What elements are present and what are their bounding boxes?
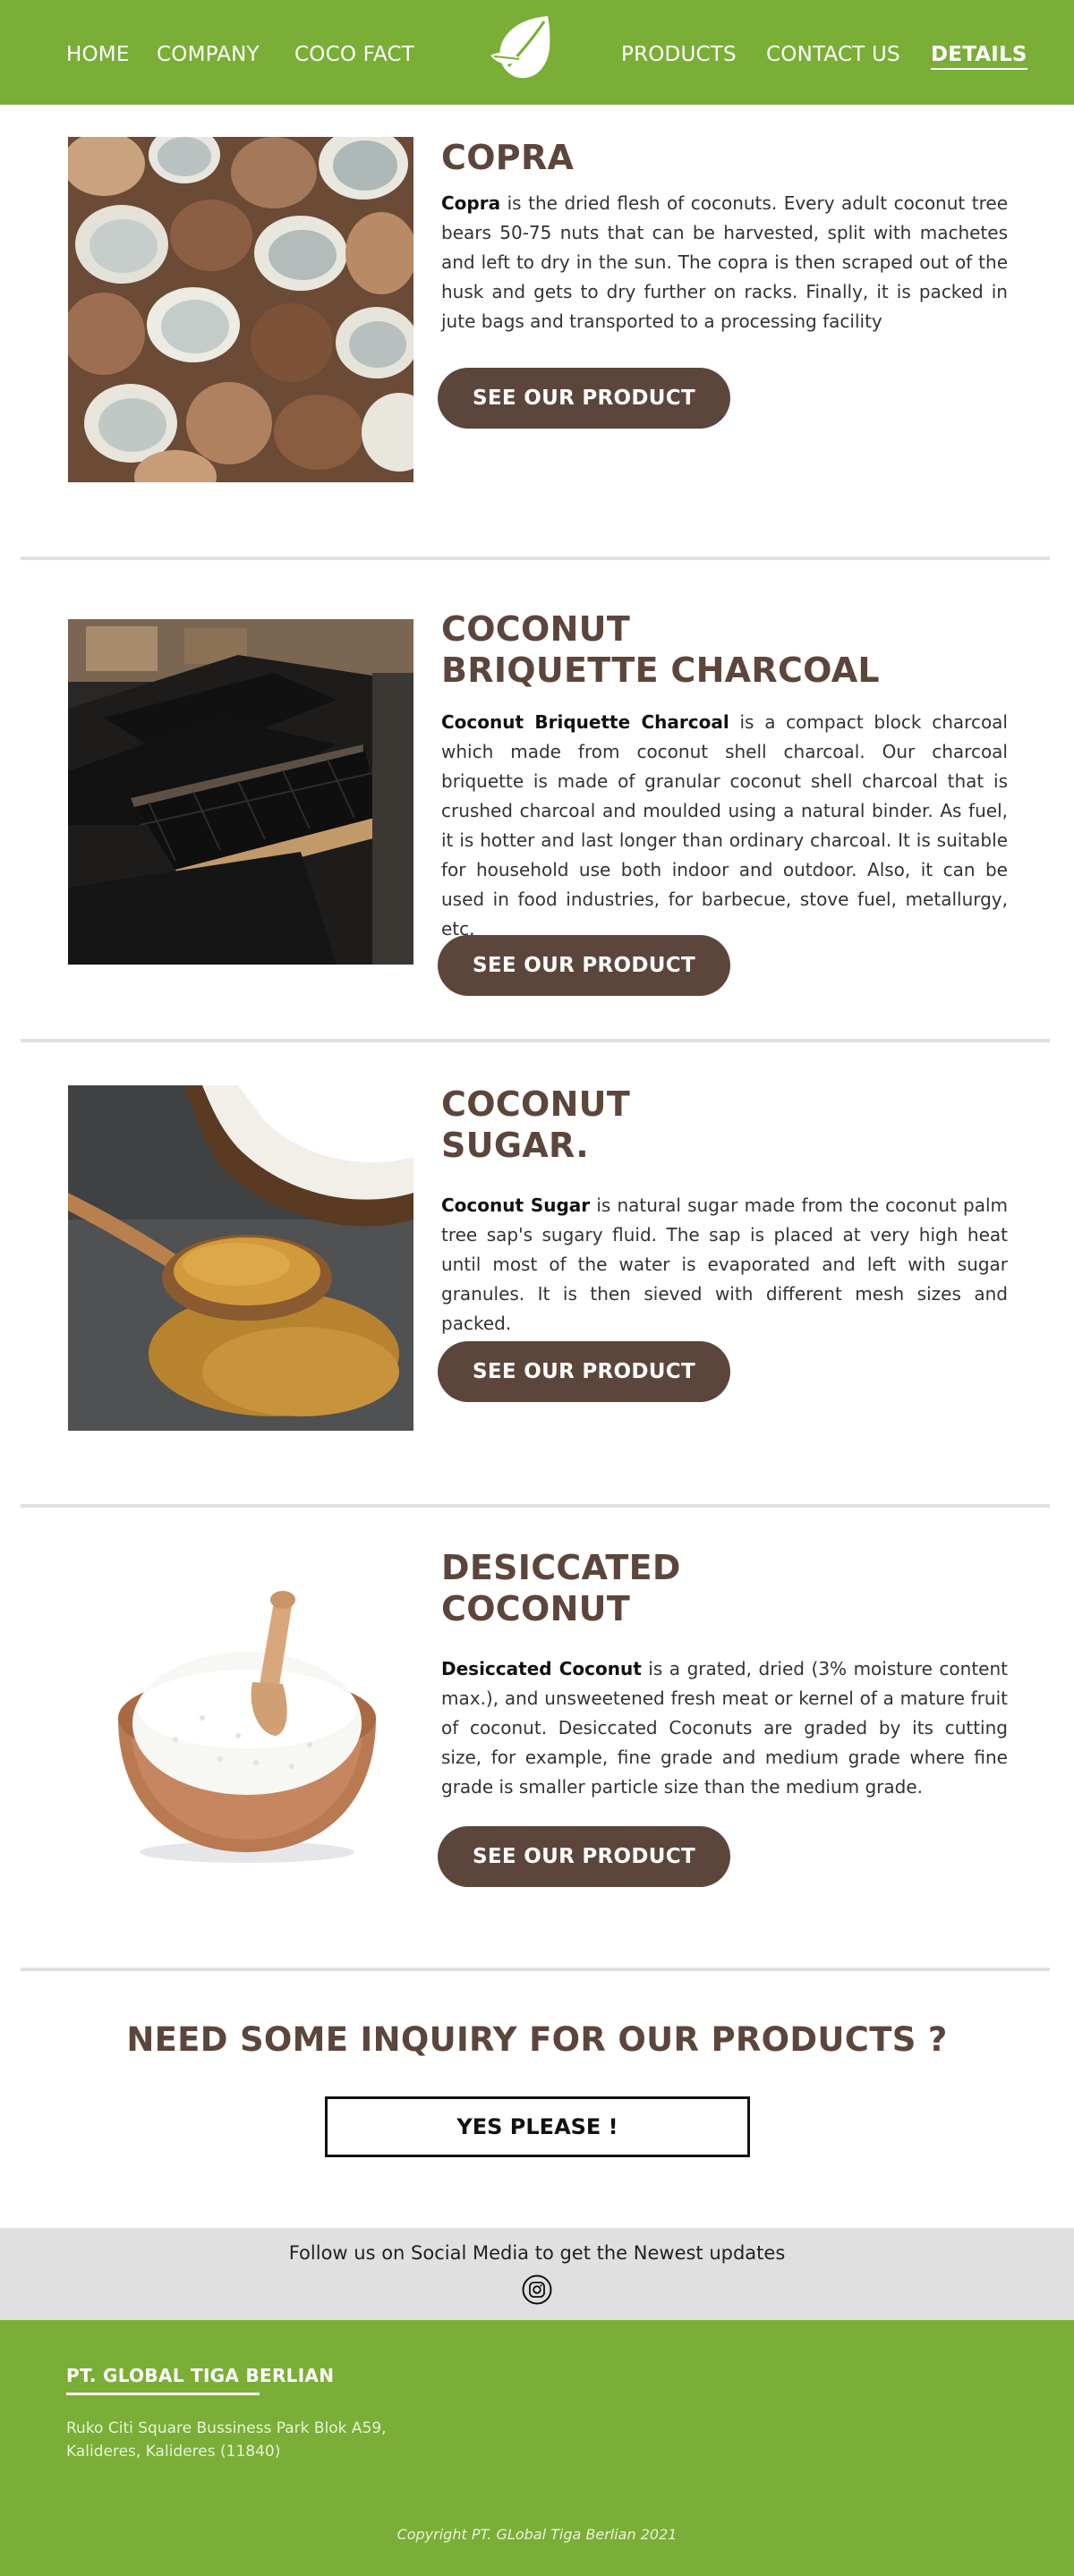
site-footer: PT. GLOBAL TIGA BERLIAN Ruko Citi Square…	[0, 2320, 1074, 2576]
section-divider	[21, 1039, 1050, 1042]
inquiry-heading: NEED SOME INQUIRY FOR OUR PRODUCTS ?	[126, 2020, 948, 2059]
footer-company-underline	[66, 2393, 260, 2395]
nav-coco-fact-link[interactable]: COCO FACT	[294, 43, 414, 66]
sugar-term: Coconut Sugar	[441, 1194, 591, 1216]
footer-address-line-1: Ruko Citi Square Bussiness Park Blok A59…	[66, 2419, 387, 2437]
section-divider	[21, 1968, 1050, 1971]
briquette-see-product-button[interactable]: SEE OUR PRODUCT	[438, 935, 730, 996]
leaf-logo-icon[interactable]	[489, 14, 555, 86]
copra-description: Copra is the dried flesh of coconuts. Ev…	[441, 189, 1008, 336]
nav-products-link[interactable]: PRODUCTS	[621, 43, 737, 66]
footer-company-name: PT. GLOBAL TIGA BERLIAN	[66, 2365, 335, 2386]
briquette-desc-text: is a compact block charcoal which made f…	[441, 711, 1008, 939]
nav-home-link[interactable]: HOME	[66, 43, 130, 66]
copra-desc-text: is the dried flesh of coconuts. Every ad…	[441, 192, 1008, 332]
copra-image	[68, 137, 413, 482]
desiccated-description: Desiccated Coconut is a grated, dried (3…	[441, 1654, 1008, 1802]
desiccated-title-line-1: DESICCATED	[441, 1548, 681, 1587]
desiccated-term: Desiccated Coconut	[441, 1658, 642, 1679]
nav-contact-link[interactable]: CONTACT US	[766, 43, 900, 66]
top-navbar: HOME COMPANY COCO FACT PRODUCTS CONTACT …	[0, 0, 1074, 105]
footer-address: Ruko Citi Square Bussiness Park Blok A59…	[66, 2417, 387, 2463]
desiccated-coconut-image	[68, 1548, 413, 1893]
sugar-see-product-button[interactable]: SEE OUR PRODUCT	[438, 1341, 730, 1402]
copra-title: COPRA	[441, 137, 574, 178]
nav-details-link[interactable]: DETAILS	[931, 43, 1027, 70]
desiccated-title: DESICCATED COCONUT	[441, 1547, 681, 1629]
briquette-term: Coconut Briquette Charcoal	[441, 711, 729, 733]
footer-address-line-2: Kalideres, Kalideres (11840)	[66, 2443, 281, 2461]
section-divider	[21, 557, 1050, 560]
briquette-title-line-2: BRIQUETTE CHARCOAL	[441, 650, 880, 690]
coconut-sugar-image	[68, 1085, 413, 1431]
briquette-title-line-1: COCONUT	[441, 609, 631, 649]
footer-copyright: Copyright PT. GLobal Tiga Berlian 2021	[396, 2526, 678, 2543]
yes-please-button[interactable]: YES PLEASE !	[325, 2096, 750, 2157]
sugar-title: COCONUT SUGAR.	[441, 1084, 630, 1166]
instagram-icon[interactable]	[522, 2274, 552, 2305]
section-divider	[21, 1504, 1050, 1508]
copra-title-line: COPRA	[441, 138, 575, 177]
briquette-charcoal-image	[68, 619, 413, 965]
sugar-title-line-1: COCONUT	[441, 1084, 631, 1124]
social-follow-text: Follow us on Social Media to get the New…	[288, 2242, 786, 2264]
sugar-title-line-2: SUGAR.	[441, 1126, 590, 1165]
desiccated-see-product-button[interactable]: SEE OUR PRODUCT	[438, 1826, 730, 1887]
copra-term: Copra	[441, 192, 501, 214]
briquette-description: Coconut Briquette Charcoal is a compact …	[441, 708, 1008, 944]
copra-see-product-button[interactable]: SEE OUR PRODUCT	[438, 368, 730, 429]
desiccated-title-line-2: COCONUT	[441, 1589, 631, 1628]
social-band: Follow us on Social Media to get the New…	[0, 2228, 1074, 2320]
briquette-title: COCONUT BRIQUETTE CHARCOAL	[441, 608, 880, 691]
sugar-description: Coconut Sugar is natural sugar made from…	[441, 1191, 1008, 1339]
nav-company-link[interactable]: COMPANY	[157, 43, 260, 66]
